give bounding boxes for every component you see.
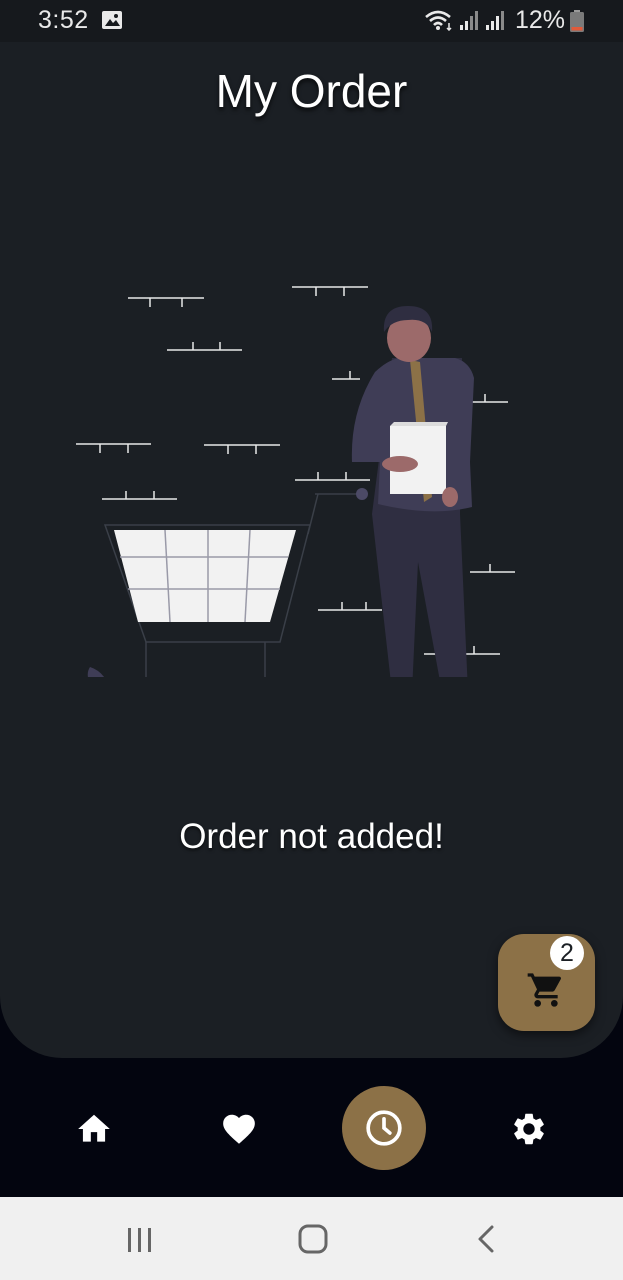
heart-icon[interactable] xyxy=(219,1110,259,1148)
system-navigation-bar xyxy=(0,1197,623,1280)
gallery-icon xyxy=(102,11,122,29)
recents-icon[interactable] xyxy=(120,1225,160,1255)
home-button-icon[interactable] xyxy=(296,1222,330,1256)
shopping-cart-icon xyxy=(527,973,562,1007)
cart-count-badge: 2 xyxy=(550,936,584,970)
back-icon[interactable] xyxy=(472,1223,502,1255)
main-content-card: My Order Order not added! xyxy=(0,42,623,1058)
battery-percent: 12% xyxy=(515,6,566,34)
status-time: 3:52 xyxy=(38,6,89,34)
empty-order-message: Order not added! xyxy=(179,817,444,856)
battery-low-icon xyxy=(570,10,584,32)
cart-button[interactable]: 2 xyxy=(498,934,595,1031)
page-title: My Order xyxy=(215,65,408,117)
clock-icon xyxy=(366,1110,402,1146)
gear-icon[interactable] xyxy=(510,1110,548,1148)
signal-icon xyxy=(486,11,504,30)
wifi-icon xyxy=(425,10,452,31)
status-bar: 3:52 12% xyxy=(0,0,623,42)
signal-icon xyxy=(460,11,478,30)
nav-orders-button[interactable] xyxy=(342,1086,426,1170)
bottom-navigation xyxy=(0,1058,623,1198)
home-icon[interactable] xyxy=(74,1110,114,1148)
empty-cart-illustration xyxy=(76,286,515,677)
